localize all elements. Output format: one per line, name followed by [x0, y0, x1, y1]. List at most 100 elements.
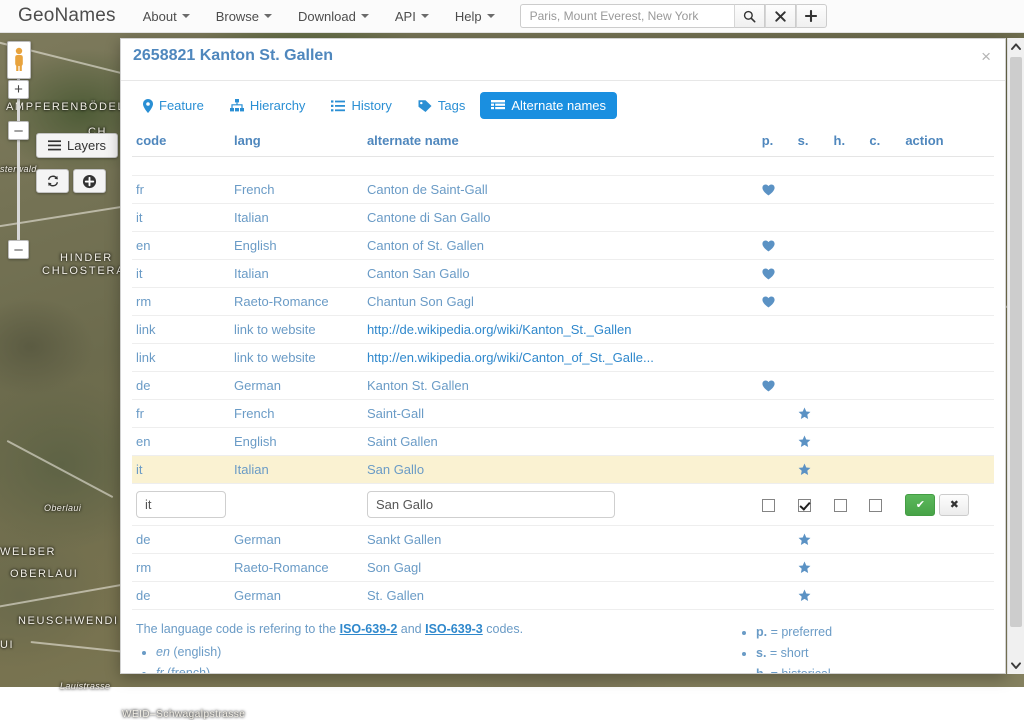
- language-code-item: en (english): [156, 642, 736, 663]
- add-place-button[interactable]: [795, 4, 827, 28]
- search-icon: [743, 10, 756, 23]
- brand-logo[interactable]: GeoNames: [0, 5, 130, 27]
- cell-historical: [829, 455, 866, 484]
- table-row[interactable]: it Italian Canton San Gallo: [132, 259, 994, 288]
- table-row[interactable]: en English Saint Gallen: [132, 427, 994, 456]
- table-row[interactable]: en English Canton of St. Gallen: [132, 231, 994, 260]
- chevron-down-icon: [486, 14, 495, 18]
- alternate-names-table-container: code lang alternate name p. s. h. c. act…: [121, 129, 1005, 610]
- zoom-in-button[interactable]: +: [8, 80, 29, 99]
- tab-alternate-names[interactable]: Alternate names: [480, 92, 618, 119]
- cell-lang: Raeto-Romance: [230, 287, 363, 316]
- colloquial-checkbox[interactable]: [869, 499, 883, 513]
- cell-preferred: [757, 455, 794, 484]
- edit-alternate-name-input[interactable]: [366, 491, 615, 518]
- iso-639-3-link[interactable]: ISO-639-3: [425, 622, 483, 636]
- map-place-label: NEUSCHWENDI: [18, 615, 119, 627]
- table-row[interactable]: rm Raeto-Romance Son Gagl: [132, 553, 994, 582]
- cell-historical: [829, 399, 866, 428]
- cell-lang: Italian: [230, 203, 363, 232]
- tag-icon: [418, 100, 432, 112]
- close-modal-button[interactable]: ×: [977, 44, 995, 69]
- cell-preferred: [757, 483, 794, 526]
- street-view-pegman-button[interactable]: [7, 41, 31, 79]
- cell-alternate-name: Chantun Son Gagl: [362, 287, 758, 316]
- star-icon: [798, 589, 811, 601]
- cell-code: fr: [132, 175, 230, 204]
- cell-short: [793, 553, 830, 582]
- cell-colloquial: [865, 175, 902, 204]
- table-row[interactable]: it Italian Cantone di San Gallo: [132, 203, 994, 232]
- clear-search-button[interactable]: [764, 4, 796, 28]
- tab-bar: Feature Hierarchy History Tags Alternate…: [121, 81, 1005, 129]
- nav-item-about[interactable]: About: [130, 0, 203, 33]
- nav-item-help[interactable]: Help: [442, 0, 508, 33]
- scroll-up-button[interactable]: [1008, 38, 1024, 55]
- tab-label: History: [351, 98, 392, 113]
- table-row[interactable]: rm Raeto-Romance Chantun Son Gagl: [132, 287, 994, 316]
- layers-button[interactable]: Layers: [36, 133, 119, 158]
- zoom-slider-handle[interactable]: –: [8, 121, 29, 140]
- alternate-name-link[interactable]: http://de.wikipedia.org/wiki/Kanton_St._…: [367, 322, 632, 337]
- nav-item-api[interactable]: API: [382, 0, 442, 33]
- close-icon: [774, 10, 786, 22]
- short-checkbox[interactable]: [797, 499, 811, 513]
- cell-action: [901, 343, 994, 372]
- cell-action: [901, 581, 994, 610]
- cell-preferred: [757, 581, 794, 610]
- cell-short: [793, 525, 830, 554]
- iso-639-2-link[interactable]: ISO-639-2: [340, 622, 398, 636]
- cell-short: [793, 287, 830, 316]
- table-head: code lang alternate name p. s. h. c. act…: [132, 129, 994, 157]
- table-row[interactable]: it Italian San Gallo: [132, 455, 994, 484]
- cell-action: [901, 371, 994, 400]
- map-refresh-button[interactable]: [36, 169, 69, 193]
- cell-alternate-name: Kanton St. Gallen: [362, 371, 758, 400]
- zoom-slider-track[interactable]: [17, 78, 20, 253]
- map-add-button[interactable]: [73, 169, 106, 193]
- table-row[interactable]: fr French Canton de Saint-Gall: [132, 175, 994, 204]
- footnote-language-codes: The language code is refering to the ISO…: [136, 622, 736, 674]
- zoom-out-button[interactable]: –: [8, 240, 29, 259]
- cell-alternate-name: Saint Gallen: [362, 427, 758, 456]
- edit-code-input[interactable]: [136, 491, 226, 518]
- historical-checkbox[interactable]: [833, 499, 847, 513]
- search-button[interactable]: [733, 4, 765, 28]
- table-row[interactable]: link link to website http://en.wikipedia.o…: [132, 343, 994, 372]
- language-code: fr: [156, 665, 164, 674]
- nav-item-download[interactable]: Download: [285, 0, 382, 33]
- scroll-down-button[interactable]: [1008, 657, 1024, 674]
- footnote-flag-legend: p. = preferreds. = shorth. = historicalc…: [736, 622, 833, 673]
- table-row[interactable]: link link to website http://de.wikipedia.o…: [132, 315, 994, 344]
- table-row[interactable]: de German St. Gallen: [132, 581, 994, 610]
- chevron-down-icon: [181, 14, 190, 18]
- vertical-scrollbar[interactable]: [1007, 38, 1024, 674]
- nav-item-browse[interactable]: Browse: [203, 0, 285, 33]
- column-header-code: code: [132, 129, 230, 157]
- search-input[interactable]: [519, 4, 734, 28]
- tab-tags[interactable]: Tags: [407, 92, 476, 119]
- cell-historical: [829, 259, 866, 288]
- tab-feature[interactable]: Feature: [132, 92, 215, 119]
- scrollbar-thumb[interactable]: [1010, 57, 1022, 627]
- tab-hierarchy[interactable]: Hierarchy: [219, 92, 317, 119]
- plus-circle-icon: [82, 174, 97, 188]
- table-row[interactable]: de German Kanton St. Gallen: [132, 371, 994, 400]
- cell-short: [793, 343, 830, 372]
- layers-label: Layers: [67, 138, 107, 153]
- cell-edit-lang: [230, 483, 363, 526]
- alternate-name-link[interactable]: http://en.wikipedia.org/wiki/Canton_of_S…: [367, 350, 654, 365]
- cell-historical: [829, 483, 866, 526]
- cell-colloquial: [865, 483, 902, 526]
- tab-history[interactable]: History: [320, 92, 402, 119]
- table-row[interactable]: de German Sankt Gallen: [132, 525, 994, 554]
- column-header-lang: lang: [230, 129, 363, 157]
- cell-short: [793, 581, 830, 610]
- cancel-edit-button[interactable]: ✖: [939, 493, 970, 516]
- preferred-checkbox[interactable]: [761, 499, 775, 513]
- table-row[interactable]: fr French Saint-Gall: [132, 399, 994, 428]
- confirm-edit-button[interactable]: ✔: [905, 493, 936, 516]
- pegman-icon: [15, 47, 23, 71]
- cell-alternate-name: San Gallo: [362, 455, 758, 484]
- cell-colloquial: [865, 581, 902, 610]
